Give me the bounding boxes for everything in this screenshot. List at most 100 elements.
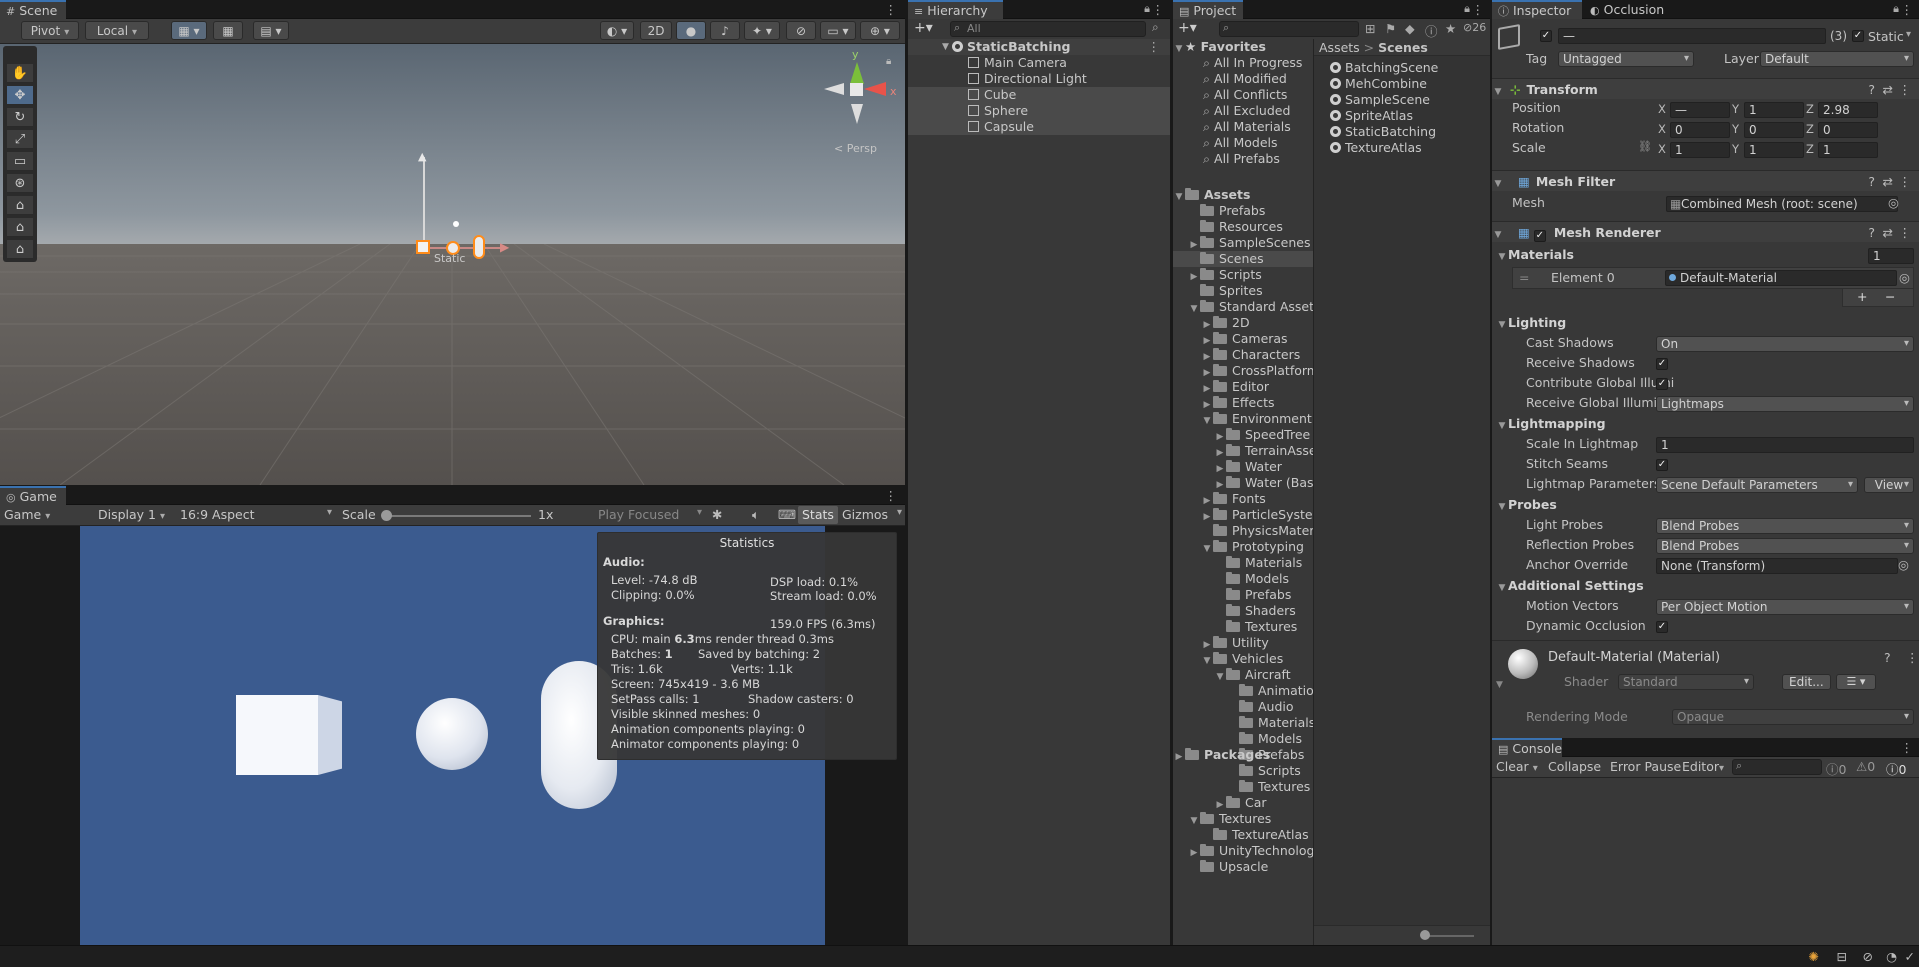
mute-audio-icon[interactable]: 🔈︎: [752, 507, 760, 523]
tab-game[interactable]: ◎ Game: [0, 486, 66, 505]
gizmo-neg-y-cone-icon[interactable]: [851, 104, 863, 124]
hidden-packages-icon[interactable]: ⊘26: [1463, 21, 1486, 34]
packages-fold-icon[interactable]: ▶: [1173, 749, 1185, 765]
folder-item[interactable]: ▶ Editor: [1173, 379, 1313, 395]
folder-item[interactable]: ▶ TerrainAsse: [1173, 443, 1313, 459]
hierarchy-item[interactable]: Sphere: [908, 103, 1170, 119]
folder-item[interactable]: ▶ Car: [1173, 795, 1313, 811]
folder-item[interactable]: Scripts: [1173, 763, 1313, 779]
tab-inspector[interactable]: ⓘ Inspector: [1492, 0, 1582, 19]
pivot-dropdown[interactable]: Pivot: [21, 21, 79, 40]
aspect-dropdown[interactable]: 16:9 Aspect ▾: [180, 507, 332, 522]
move-gizmo-y-axis[interactable]: [423, 157, 425, 252]
materials-count-field[interactable]: 1: [1868, 248, 1914, 264]
materials-foldout[interactable]: ▼ Materials: [1496, 247, 1574, 262]
motion_vectors-dropdown[interactable]: Per Object Motion: [1656, 599, 1914, 615]
folder-item[interactable]: Shaders: [1173, 603, 1313, 619]
position-z-field[interactable]: 2.98: [1818, 102, 1878, 118]
file-item[interactable]: MehCombine: [1314, 76, 1490, 92]
error-filter-button[interactable]: ⓘ0: [1886, 759, 1906, 778]
assets-header[interactable]: ▼ Assets: [1173, 187, 1313, 203]
mesh-renderer-help-icon[interactable]: ?: [1868, 222, 1875, 243]
position-x-field[interactable]: —: [1670, 102, 1730, 118]
scale-slider-track[interactable]: [381, 510, 531, 521]
folder-item[interactable]: ▼ Standard Assets: [1173, 299, 1313, 315]
axis-label[interactable]: X: [1658, 122, 1666, 136]
mesh-renderer-fold-icon[interactable]: ▼: [1492, 225, 1504, 246]
lighting-fold-icon[interactable]: ▼: [1496, 320, 1508, 330]
file-item[interactable]: StaticBatching: [1314, 124, 1490, 140]
gizmo-neg-x-cone-icon[interactable]: [824, 83, 844, 95]
scale-z-field[interactable]: 1: [1818, 142, 1878, 158]
file-item[interactable]: TextureAtlas: [1314, 140, 1490, 156]
folder-item[interactable]: Audio: [1173, 699, 1313, 715]
rotate-tool-icon[interactable]: ↻: [7, 108, 33, 127]
folder-item[interactable]: ▶ UnityTechnologi: [1173, 843, 1313, 859]
mesh-filter-menu-icon[interactable]: ⋮: [1899, 171, 1912, 192]
contribute_gi-checkbox[interactable]: ✓: [1656, 378, 1668, 390]
axis-label[interactable]: Z: [1806, 142, 1814, 156]
anchor_override-field[interactable]: None (Transform): [1656, 558, 1898, 574]
folder-item[interactable]: ▶ ParticleSyster: [1173, 507, 1313, 523]
audio-toggle-icon[interactable]: ♪: [710, 21, 740, 40]
lightmapping-foldout[interactable]: ▼ Lightmapping: [1496, 416, 1606, 431]
2d-toggle-button[interactable]: 2D: [640, 21, 672, 40]
transform-fold-icon[interactable]: ▼: [1492, 82, 1504, 103]
local-dropdown[interactable]: Local: [85, 21, 149, 40]
mesh-renderer-preset-icon[interactable]: ⇄: [1883, 222, 1893, 243]
console-menu-icon[interactable]: ⋮: [1901, 740, 1914, 755]
debug-mode-icon[interactable]: ⊘: [1863, 949, 1873, 964]
mesh-picker-icon[interactable]: ◎: [1888, 195, 1899, 210]
folder-item[interactable]: ▶ Water (Basi: [1173, 475, 1313, 491]
file-item[interactable]: SpriteAtlas: [1314, 108, 1490, 124]
probes-foldout[interactable]: ▼ Probes: [1496, 497, 1557, 512]
scene-cube[interactable]: [416, 240, 430, 254]
scale-tool-icon[interactable]: ⤢: [7, 130, 33, 149]
axis-label[interactable]: Y: [1732, 142, 1739, 156]
scene-menu-icon[interactable]: ⋮: [885, 2, 898, 17]
hierarchy-menu-icon[interactable]: ⋮: [1152, 2, 1165, 17]
warning-filter-button[interactable]: ⚠0: [1856, 759, 1875, 774]
scale-y-field[interactable]: 1: [1744, 142, 1804, 158]
frame-debug-icon[interactable]: ✱: [712, 507, 722, 522]
material-help-icon[interactable]: ?: [1884, 650, 1891, 665]
hierarchy-item[interactable]: Cube: [908, 87, 1170, 103]
light-icon[interactable]: [453, 221, 459, 227]
folder-item[interactable]: Models: [1173, 731, 1313, 747]
shader-edit-button[interactable]: Edit...: [1782, 674, 1831, 690]
mesh-filter-fold-icon[interactable]: ▼: [1492, 174, 1504, 195]
position-y-field[interactable]: 1: [1744, 102, 1804, 118]
icon-size-slider[interactable]: [1424, 935, 1474, 937]
element0-field[interactable]: Default-Material: [1665, 270, 1897, 286]
additional-foldout[interactable]: ▼ Additional Settings: [1496, 578, 1644, 593]
hierarchy-item[interactable]: Directional Light: [908, 71, 1170, 87]
hierarchy-add-icon[interactable]: +▾: [914, 20, 933, 36]
axis-label[interactable]: Y: [1732, 102, 1739, 116]
axis-label[interactable]: Z: [1806, 122, 1814, 136]
info-filter-button[interactable]: ⓘ0: [1826, 759, 1846, 778]
folder-item[interactable]: ▶ Characters: [1173, 347, 1313, 363]
folder-item[interactable]: ▶ 2D: [1173, 315, 1313, 331]
anchor_override-picker-icon[interactable]: ◎: [1898, 557, 1909, 572]
gizmos-dropdown[interactable]: Gizmos ▾: [842, 507, 904, 522]
rotation-y-field[interactable]: 0: [1744, 122, 1804, 138]
materials-fold-icon[interactable]: ▼: [1496, 252, 1508, 262]
cast_shadows-dropdown[interactable]: On: [1656, 336, 1914, 352]
packages-header[interactable]: ▶ Packages: [1173, 747, 1313, 763]
camera-dropdown-icon[interactable]: ▭ ▾: [820, 21, 856, 40]
folder-item[interactable]: Materials: [1173, 715, 1313, 731]
axis-label[interactable]: Y: [1732, 122, 1739, 136]
scale-x-field[interactable]: 1: [1670, 142, 1730, 158]
lighting-bake-icon[interactable]: ✺: [1809, 949, 1819, 964]
axis-label[interactable]: X: [1658, 142, 1666, 156]
error-pause-button[interactable]: Error Pause: [1610, 759, 1681, 774]
favorites-item[interactable]: ⌕ All Excluded: [1173, 103, 1313, 119]
folder-item[interactable]: ▼ Prototyping: [1173, 539, 1313, 555]
rotation-z-field[interactable]: 0: [1818, 122, 1878, 138]
inspector-lock-icon[interactable]: 🔒︎: [1893, 2, 1899, 16]
breadcrumb-assets[interactable]: Assets: [1319, 40, 1360, 55]
grid-snap-button[interactable]: ▦ ▾: [171, 21, 207, 40]
shader-options-icon[interactable]: ☰ ▾: [1836, 674, 1876, 690]
folder-item[interactable]: ▶ CrossPlatform: [1173, 363, 1313, 379]
gizmos-dropdown-icon[interactable]: ⊕ ▾: [860, 21, 900, 40]
